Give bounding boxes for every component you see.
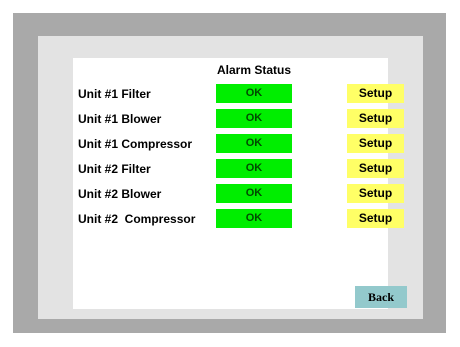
unit-1-blower-label: Unit #1 Blower xyxy=(78,112,162,126)
back-button[interactable]: Back xyxy=(355,286,407,308)
unit-1-filter-status: OK xyxy=(216,84,292,103)
unit-2-blower-setup-button[interactable]: Setup xyxy=(347,184,404,203)
unit-1-compressor-label: Unit #1 Compressor xyxy=(78,137,193,151)
unit-2-compressor-status: OK xyxy=(216,209,292,228)
unit-1-filter-label: Unit #1 Filter xyxy=(78,87,151,101)
unit-2-filter-status: OK xyxy=(216,159,292,178)
unit-2-filter-setup-button[interactable]: Setup xyxy=(347,159,404,178)
unit-1-blower-status: OK xyxy=(216,109,292,128)
alarm-status-header: Alarm Status xyxy=(216,63,292,77)
unit-1-compressor-setup-button[interactable]: Setup xyxy=(347,134,404,153)
unit-2-filter-label: Unit #2 Filter xyxy=(78,162,151,176)
unit-2-compressor-setup-button[interactable]: Setup xyxy=(347,209,404,228)
unit-1-blower-setup-button[interactable]: Setup xyxy=(347,109,404,128)
unit-1-filter-setup-button[interactable]: Setup xyxy=(347,84,404,103)
unit-2-blower-status: OK xyxy=(216,184,292,203)
unit-1-compressor-status: OK xyxy=(216,134,292,153)
unit-2-blower-label: Unit #2 Blower xyxy=(78,187,162,201)
unit-2-compressor-label: Unit #2 Compressor xyxy=(78,212,196,226)
